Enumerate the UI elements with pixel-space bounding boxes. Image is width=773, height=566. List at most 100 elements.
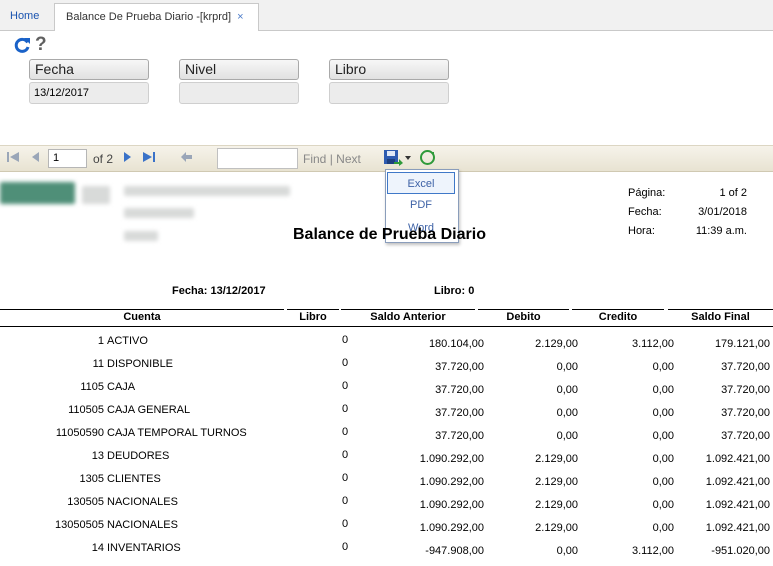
tab-label: Balance De Prueba Diario -[krprd] xyxy=(66,11,232,23)
libro-value: 0 xyxy=(342,426,349,438)
saldo-anterior-value: 37.720,00 xyxy=(435,430,484,442)
credito-value: 0,00 xyxy=(652,407,674,419)
find-link[interactable]: Find xyxy=(303,152,326,166)
saldo-anterior-value: 37.720,00 xyxy=(435,384,484,396)
cuenta-code: 1105 xyxy=(80,381,104,393)
libro-value: 0 xyxy=(342,403,349,415)
saldo-final-value: 1.092.421,00 xyxy=(705,476,770,488)
debito-value: 2.129,00 xyxy=(535,522,578,534)
company-logo xyxy=(0,182,75,204)
pagina-label: Página: xyxy=(628,187,666,199)
credito-value: 0,00 xyxy=(652,430,674,442)
table-row: 130505 NACIONALES 0 1.090.292,00 2.129,00 0,0… xyxy=(0,495,773,519)
close-tab-icon[interactable]: × xyxy=(237,11,243,23)
debito-value: 0,00 xyxy=(556,430,578,442)
tab-bar: Home Balance De Prueba Diario -[krprd] × xyxy=(0,0,773,31)
cuenta-name: NACIONALES xyxy=(107,496,178,508)
saldo-anterior-value: 1.090.292,00 xyxy=(419,522,484,534)
cuenta-name: DISPONIBLE xyxy=(107,358,174,370)
back-to-parent-icon[interactable] xyxy=(181,151,193,163)
cuenta-code: 1 xyxy=(97,335,104,347)
first-page-icon[interactable] xyxy=(7,151,20,163)
param-libro-field[interactable] xyxy=(329,82,449,104)
cuenta-code: 11050590 xyxy=(55,427,104,439)
debito-value: 0,00 xyxy=(556,545,578,557)
credito-value: 0,00 xyxy=(652,476,674,488)
param-nivel-label[interactable]: Nivel xyxy=(179,59,299,80)
cuenta-name: DEUDORES xyxy=(107,450,170,462)
next-page-icon[interactable] xyxy=(123,151,132,163)
find-separator: | xyxy=(329,152,333,166)
debito-value: 0,00 xyxy=(556,384,578,396)
table-row: 1 ACTIVO 0 180.104,00 2.129,00 3.112,00 179.12… xyxy=(0,334,773,358)
debito-value: 2.129,00 xyxy=(535,453,578,465)
report-title: Balance de Prueba Diario xyxy=(293,226,486,243)
cuenta-code: 110505 xyxy=(68,404,104,416)
cuenta-name: ACTIVO xyxy=(107,335,148,347)
fecha-corte: Fecha: 13/12/2017 xyxy=(172,285,266,297)
refresh-icon[interactable] xyxy=(14,37,31,54)
cuenta-code: 14 xyxy=(91,542,104,554)
libro-value: 0 xyxy=(342,541,349,553)
saldo-final-value: 1.092.421,00 xyxy=(705,499,770,511)
col-debito: Debito xyxy=(478,309,569,327)
table-row: 11 DISPONIBLE 0 37.720,00 0,00 0,00 37.720,00 xyxy=(0,357,773,381)
export-pdf-option[interactable]: PDF xyxy=(386,194,456,216)
tab-home[interactable]: Home xyxy=(0,3,52,30)
table-row: 1105 CAJA 0 37.720,00 0,00 0,00 37.720,00 xyxy=(0,380,773,404)
export-excel-option[interactable]: Excel xyxy=(387,172,455,194)
saldo-anterior-value: -947.908,00 xyxy=(425,545,484,557)
debito-value: 2.129,00 xyxy=(535,338,578,350)
col-libro: Libro xyxy=(287,309,339,327)
param-fecha-label[interactable]: Fecha xyxy=(29,59,149,80)
param-nivel-field[interactable] xyxy=(179,82,299,104)
hora-value: 11:39 a.m. xyxy=(695,225,747,237)
credito-value: 0,00 xyxy=(652,361,674,373)
cuenta-name: INVENTARIOS xyxy=(107,542,181,554)
table-row: 11050590 CAJA TEMPORAL TURNOS 0 37.720,00 0,… xyxy=(0,426,773,450)
export-save-icon[interactable] xyxy=(384,150,412,166)
saldo-final-value: 37.720,00 xyxy=(721,361,770,373)
saldo-final-value: 37.720,00 xyxy=(721,384,770,396)
table-row: 13050505 NACIONALES 0 1.090.292,00 2.129,00 0… xyxy=(0,518,773,542)
saldo-final-value: 1.092.421,00 xyxy=(705,522,770,534)
last-page-icon[interactable] xyxy=(142,151,155,163)
libro-value: 0 xyxy=(342,495,349,507)
company-name-blurred xyxy=(124,186,290,196)
saldo-anterior-value: 1.090.292,00 xyxy=(419,476,484,488)
cuenta-code: 13 xyxy=(91,450,104,462)
fecha-value: 3/01/2018 xyxy=(698,206,747,218)
libro-header: Libro: 0 xyxy=(434,285,475,297)
saldo-anterior-value: 1.090.292,00 xyxy=(419,499,484,511)
cuenta-code: 130505 xyxy=(67,496,104,508)
saldo-final-value: -951.020,00 xyxy=(711,545,770,557)
saldo-anterior-value: 37.720,00 xyxy=(435,407,484,419)
previous-page-icon[interactable] xyxy=(31,151,40,163)
credito-value: 0,00 xyxy=(652,499,674,511)
credito-value: 3.112,00 xyxy=(631,338,674,350)
next-link[interactable]: Next xyxy=(336,152,361,166)
header-divider xyxy=(0,326,773,327)
saldo-anterior-value: 37.720,00 xyxy=(435,361,484,373)
param-libro-label[interactable]: Libro xyxy=(329,59,449,80)
cuenta-name: CAJA TEMPORAL TURNOS xyxy=(107,427,247,439)
tab-balance-prueba[interactable]: Balance De Prueba Diario -[krprd] × xyxy=(54,3,259,31)
col-credito: Credito xyxy=(572,309,664,327)
hora-label: Hora: xyxy=(628,225,655,237)
page-number-input[interactable]: 1 xyxy=(48,149,87,168)
cuenta-code: 13050505 xyxy=(55,519,104,531)
saldo-final-value: 1.092.421,00 xyxy=(705,453,770,465)
debito-value: 0,00 xyxy=(556,361,578,373)
find-text-input[interactable] xyxy=(217,148,298,169)
find-next-controls: Find | Next xyxy=(303,152,361,166)
saldo-anterior-value: 1.090.292,00 xyxy=(419,453,484,465)
viewer-refresh-icon[interactable] xyxy=(420,150,435,165)
col-saldo-anterior: Saldo Anterior xyxy=(341,309,475,327)
cuenta-name: CAJA xyxy=(107,381,136,393)
param-fecha-field[interactable]: 13/12/2017 xyxy=(29,82,149,104)
credito-value: 3.112,00 xyxy=(631,545,674,557)
table-row: 14 INVENTARIOS 0 -947.908,00 0,00 3.112,00 -95… xyxy=(0,541,773,565)
col-saldo-final: Saldo Final xyxy=(668,309,773,327)
table-row: 110505 CAJA GENERAL 0 37.720,00 0,00 0,00 37.7… xyxy=(0,403,773,427)
help-icon[interactable]: ? xyxy=(35,34,47,56)
